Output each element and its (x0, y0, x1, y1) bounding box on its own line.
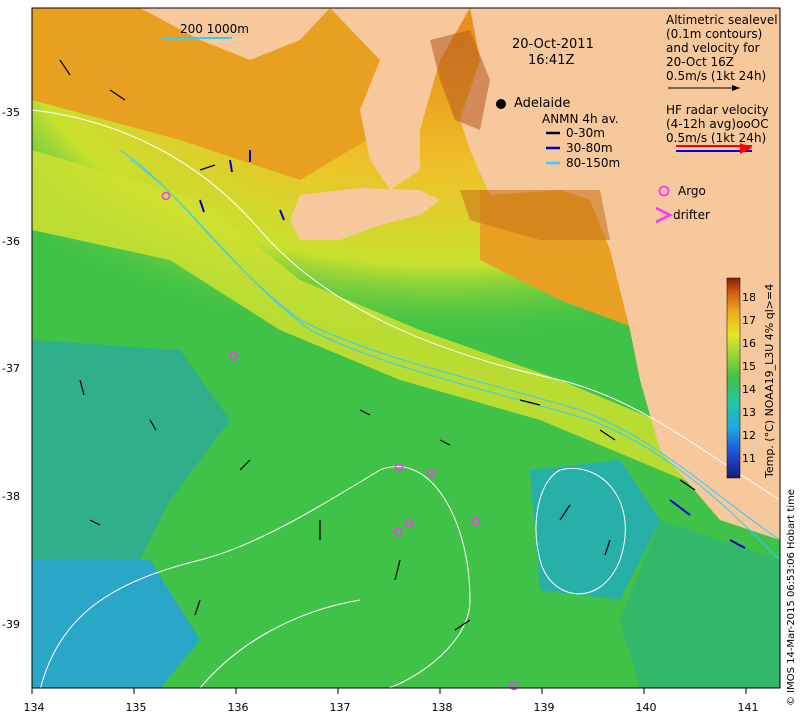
x-tick-label: 135 (125, 701, 147, 714)
argo-legend-label: Argo (678, 184, 706, 198)
y-tick-label: -36 (2, 235, 20, 248)
colorbar-tick: 18 (742, 291, 756, 304)
time-label: 16:41Z (528, 53, 575, 68)
altimetry-legend-line3: and velocity for (666, 41, 760, 55)
credit-label: © IMOS 14-Mar-2015 06:53:06 Hobart time (786, 489, 797, 706)
axis-ticks (31, 688, 747, 694)
x-tick-label: 138 (431, 701, 453, 714)
anmn-legend-item-3: 80-150m (566, 156, 621, 170)
hf-legend-line2: (4-12h avg)ooOC (666, 117, 769, 131)
city-label: Adelaide (514, 96, 571, 111)
hf-legend-line3: 0.5m/s (1kt 24h) (666, 131, 767, 145)
x-tick-label: 136 (227, 701, 249, 714)
colorbar-tick: 14 (742, 383, 756, 396)
colorbar-tick: 16 (742, 337, 756, 350)
hf-legend-line1: HF radar velocity (666, 103, 769, 117)
x-tick-label: 141 (737, 701, 759, 714)
x-tick-label: 134 (23, 701, 45, 714)
x-tick-label: 137 (329, 701, 351, 714)
scale-label: 200 1000m (180, 22, 249, 36)
colorbar-tick: 17 (742, 314, 756, 327)
x-tick-label: 140 (635, 701, 657, 714)
date-label: 20-Oct-2011 (512, 37, 594, 52)
x-tick-label: 139 (533, 701, 555, 714)
anmn-legend-item-2: 30-80m (566, 141, 613, 155)
colorbar-tick: 11 (742, 452, 756, 465)
drifter-legend-label: drifter (673, 208, 710, 222)
y-tick-label: -35 (2, 106, 20, 119)
altimetry-legend-line4: 20-Oct 16Z (666, 55, 734, 69)
anmn-legend-title: ANMN 4h av. (542, 112, 619, 126)
y-tick-label: -38 (2, 490, 20, 503)
colorbar-tick: 13 (742, 406, 756, 419)
colorbar (726, 277, 741, 479)
altimetry-legend-line5: 0.5m/s (1kt 24h) (666, 69, 767, 83)
y-tick-label: -39 (2, 618, 20, 631)
colorbar-label: Temp. (°C) NOAA19_L3U 4% ql>=4 (763, 283, 776, 478)
colorbar-tick: 12 (742, 429, 756, 442)
anmn-legend-item-1: 0-30m (566, 126, 605, 140)
y-tick-label: -37 (2, 362, 20, 375)
adelaide-marker (496, 99, 506, 109)
altimetry-legend-line2: (0.1m contours) (666, 27, 763, 41)
colorbar-tick: 15 (742, 360, 756, 373)
altimetry-legend-line1: Altimetric sealevel (666, 13, 778, 27)
